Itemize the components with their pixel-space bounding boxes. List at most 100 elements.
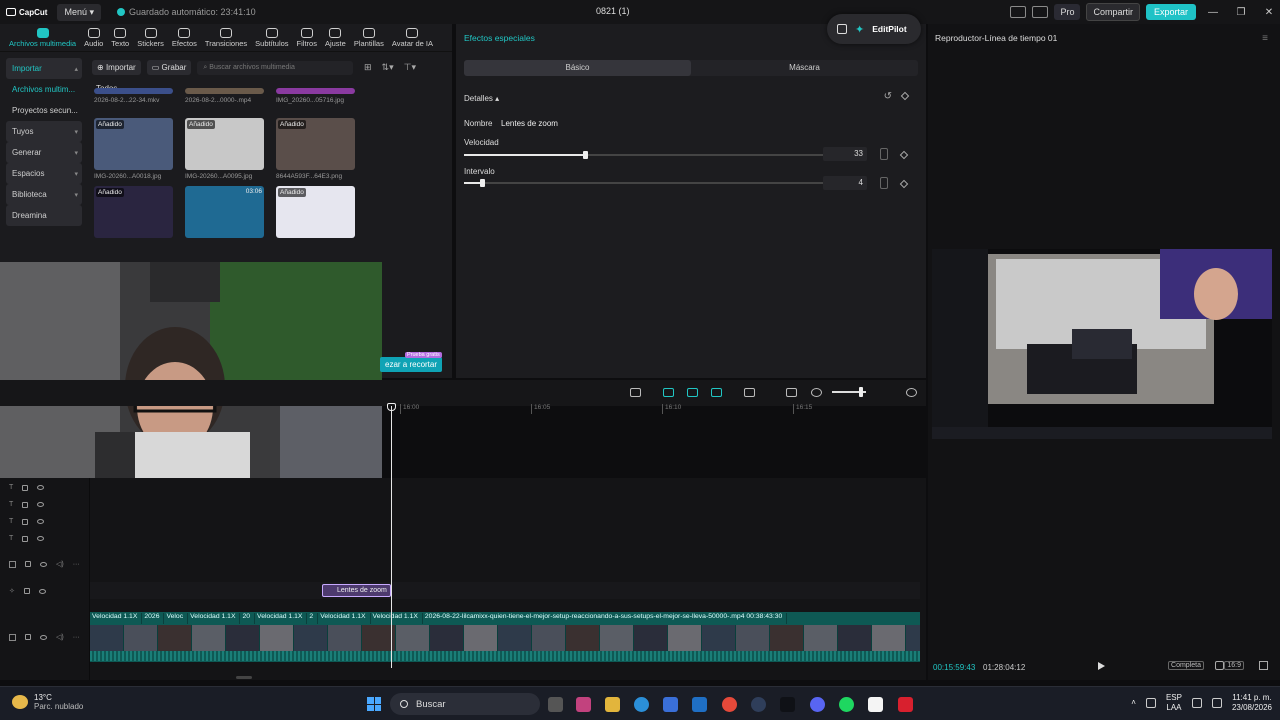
snapshot-icon[interactable] (1215, 661, 1224, 670)
capcut-taskbar-icon[interactable] (780, 697, 795, 712)
share-button[interactable]: Compartir (1086, 3, 1140, 21)
zoom-lens-effect-clip[interactable]: Lentes de zoom (322, 584, 391, 597)
layout-icon[interactable] (1010, 6, 1027, 18)
link-icon[interactable] (687, 388, 698, 397)
media-thumbnail[interactable]: Añadido IMG-20260...A0018.jpg (94, 118, 173, 180)
media-thumbnail[interactable]: Añadido (276, 186, 355, 238)
close-icon[interactable]: ✕ (1258, 7, 1280, 18)
media-thumbnail[interactable]: IMG_20260...05716.jpg (276, 88, 355, 104)
tool-tab[interactable]: Plantillas (351, 24, 387, 51)
tool-tab[interactable]: Avatar de IA (389, 24, 436, 51)
edge-icon[interactable] (634, 697, 649, 712)
split-icon[interactable] (744, 388, 755, 397)
view-grid-icon[interactable]: ⊞ (364, 62, 372, 73)
project-title[interactable]: 0821 (1) (596, 6, 630, 16)
lock-icon[interactable] (22, 484, 29, 491)
interval-keyframe-icon[interactable] (899, 179, 909, 189)
tool-tab[interactable]: Efectos (169, 24, 200, 51)
capcut-app-icon[interactable] (868, 697, 883, 712)
interval-stepper[interactable] (880, 177, 888, 189)
chrome-icon[interactable] (722, 697, 737, 712)
tool-tab[interactable]: Ajuste (322, 24, 349, 51)
network-icon[interactable] (1191, 698, 1202, 708)
sidebar-item[interactable]: Archivos multim... (6, 79, 82, 100)
discord-icon[interactable] (810, 697, 825, 712)
keyframe-icon[interactable] (900, 91, 910, 101)
eye-icon[interactable] (40, 634, 47, 640)
clip-filmstrip[interactable] (90, 625, 920, 651)
export-button[interactable]: Exportar (1145, 4, 1196, 20)
timeline-ruler[interactable]: 16:00 16:05 16:10 16:15 (90, 404, 926, 416)
editpilot-button[interactable]: ✦ EditPilot (827, 14, 921, 44)
magnet-icon[interactable] (663, 388, 674, 397)
speed-keyframe-icon[interactable] (899, 150, 909, 160)
eye-icon[interactable] (40, 561, 47, 567)
weather-widget[interactable]: 13°C Parc. nublado (12, 693, 83, 711)
more-icon[interactable]: ··· (73, 634, 80, 641)
sidebar-item[interactable]: Biblioteca ▾ (6, 184, 82, 205)
sidebar-item[interactable]: Tuyos ▾ (6, 121, 82, 142)
effect-track[interactable] (90, 582, 920, 599)
sidebar-item[interactable]: Importar ▴ (6, 58, 82, 79)
tool-tab[interactable]: Subtítulos (252, 24, 291, 51)
lock-icon[interactable] (23, 588, 30, 594)
play-icon[interactable] (1098, 662, 1105, 670)
tool-tab[interactable]: Archivos multimedia (6, 24, 79, 51)
player-preview[interactable] (932, 249, 1272, 439)
sidebar-item[interactable]: Dreamina (6, 205, 82, 226)
taskbar-search[interactable]: Buscar (390, 693, 540, 715)
tool-tab[interactable]: Filtros (294, 24, 320, 51)
file-explorer-icon[interactable] (605, 697, 620, 712)
player-menu-icon[interactable]: ≡ (1262, 33, 1268, 44)
tool-tab[interactable]: Stickers (134, 24, 167, 51)
timeline-zoom-handle[interactable] (859, 387, 863, 397)
media-thumbnail[interactable]: Añadido IMG-20260...A0095.jpg (185, 118, 264, 180)
zoom-in-icon[interactable] (906, 388, 917, 397)
copilot-icon[interactable] (576, 697, 591, 712)
reset-icon[interactable]: ↺ (884, 91, 892, 102)
fullscreen-icon[interactable] (1259, 661, 1268, 670)
eye-icon[interactable] (37, 536, 45, 541)
audio-icon[interactable]: ◁) (56, 633, 64, 641)
lock-icon[interactable] (22, 501, 29, 508)
media-thumbnail[interactable]: Añadido 8644A593F...64E3.png (276, 118, 355, 180)
speed-input[interactable]: 33 (823, 147, 867, 161)
tool-tab[interactable]: Audio (81, 24, 106, 51)
store-icon[interactable] (663, 697, 678, 712)
mic-icon[interactable] (1145, 698, 1156, 708)
app-icon[interactable] (898, 697, 913, 712)
spotify-icon[interactable] (839, 697, 854, 712)
aspect-ratio-button[interactable]: 16:9 (1224, 661, 1244, 670)
lock-icon[interactable] (22, 535, 29, 542)
lock-icon[interactable] (25, 634, 31, 640)
windows-start-icon[interactable] (367, 697, 381, 711)
eye-icon[interactable] (37, 485, 45, 490)
details-toggle[interactable]: Detalles ▴ (464, 94, 499, 103)
eye-icon[interactable] (37, 502, 45, 507)
timeline-scrollbar[interactable] (236, 676, 252, 679)
shortcuts-icon[interactable] (1032, 6, 1049, 18)
sidebar-item[interactable]: Espacios ▾ (6, 163, 82, 184)
restore-icon[interactable]: ❐ (1230, 7, 1252, 18)
speed-stepper[interactable] (880, 148, 888, 160)
import-button[interactable]: ⊕ Importar (92, 60, 141, 75)
tab-basic[interactable]: Básico (464, 60, 691, 76)
full-quality-button[interactable]: Completa (1168, 661, 1204, 670)
task-view-icon[interactable] (548, 697, 563, 712)
interval-slider-handle[interactable] (480, 179, 486, 187)
tab-mask[interactable]: Máscara (691, 60, 918, 76)
zoom-out-icon[interactable] (811, 388, 822, 397)
media-thumbnail[interactable]: Añadido (94, 186, 173, 238)
playhead-handle[interactable] (387, 403, 396, 411)
steam-icon[interactable] (751, 697, 766, 712)
eye-icon[interactable] (37, 519, 45, 524)
lock-icon[interactable] (22, 518, 29, 525)
media-thumbnail[interactable]: 03:06 (185, 186, 264, 238)
preview-axis-icon[interactable] (711, 388, 722, 397)
filter-icon[interactable]: ⊤▾ (404, 62, 416, 73)
speed-slider-handle[interactable] (582, 151, 588, 159)
menu-button[interactable]: Menú ▾ (57, 3, 101, 21)
interval-slider[interactable] (464, 179, 830, 187)
sidebar-item[interactable]: Proyectos secun... (6, 100, 82, 121)
speed-slider[interactable] (464, 151, 830, 159)
